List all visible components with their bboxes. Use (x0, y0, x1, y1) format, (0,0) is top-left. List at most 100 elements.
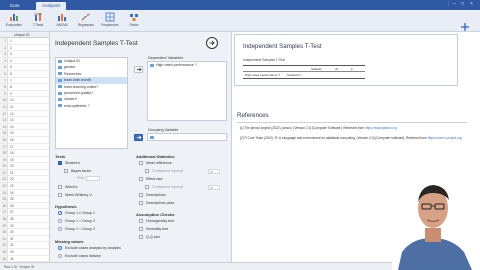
welchs-checkbox[interactable]: Welch's (58, 184, 77, 190)
table-row[interactable]: 23 23 (0, 183, 49, 190)
mean-ci-checkbox[interactable]: Confidence interval (145, 168, 183, 174)
qq-plot-checkbox[interactable]: Q-Q plot (139, 234, 160, 240)
unique-id-cell[interactable]: 2 (10, 45, 12, 51)
unique-id-cell[interactable]: 10 (10, 97, 14, 103)
tab-data[interactable]: Data (4, 2, 26, 10)
hypothesis-less-radio[interactable]: Group 1 < Group 2 (58, 226, 95, 232)
unique-id-cell[interactable]: 26 (10, 203, 14, 209)
row-number[interactable]: 30 (0, 229, 8, 235)
row-number[interactable]: 29 (0, 222, 8, 229)
bayes-factor-checkbox[interactable]: Bayes factor (64, 168, 91, 174)
factor-button[interactable]: Factor (122, 12, 146, 30)
unique-id-cell[interactable]: 29 (10, 223, 14, 229)
row-number[interactable]: 24 (0, 189, 8, 196)
table-row[interactable]: 88 (0, 84, 49, 91)
row-number[interactable]: 31 (0, 235, 8, 242)
table-row[interactable]: 18 18 (0, 150, 49, 157)
hypothesis-two-sided-radio[interactable]: Group 1 ≠ Group 2 (58, 210, 95, 216)
unique-id-cell[interactable]: 22 (10, 176, 14, 182)
table-row[interactable]: 77 (0, 77, 49, 85)
effect-ci-checkbox[interactable]: Confidence interval (145, 184, 183, 190)
row-number[interactable]: 28 (0, 216, 8, 222)
table-row[interactable]: 33 (0, 51, 49, 58)
grouping-variable-box[interactable] (147, 133, 227, 141)
table-row[interactable]: 99 (0, 90, 49, 98)
tab-analyses[interactable]: Analyses (36, 2, 67, 10)
table-row[interactable]: 28 28 (0, 216, 49, 223)
effect-size-checkbox[interactable]: Effect size (139, 176, 163, 182)
table-row[interactable]: 27 27 (0, 209, 49, 217)
exclude-listwise-radio[interactable]: Exclude cases listwise (58, 253, 101, 259)
row-number[interactable]: 20 (0, 163, 8, 169)
unique-id-cell[interactable]: 16 (10, 137, 14, 143)
row-number[interactable]: 17 (0, 143, 8, 150)
unique-id-cell[interactable]: 14 (10, 124, 14, 130)
descriptives-checkbox[interactable]: Descriptives (139, 192, 166, 198)
maximize-icon[interactable]: □ (461, 1, 464, 7)
students-checkbox[interactable]: Student's (58, 160, 80, 166)
menu-icon[interactable]: ⋮ (446, 1, 451, 7)
row-number[interactable]: 25 (0, 196, 8, 202)
row-number[interactable]: 13 (0, 117, 8, 123)
row-number[interactable]: 15 (0, 130, 8, 136)
row-number[interactable]: 9 (0, 90, 8, 97)
unique-id-cell[interactable]: 7 (10, 78, 12, 84)
table-row[interactable]: 25 25 (0, 196, 49, 203)
table-row[interactable]: 13 13 (0, 117, 49, 124)
row-number[interactable]: 16 (0, 136, 8, 143)
row-number[interactable]: 34 (0, 255, 8, 262)
row-number[interactable]: 32 (0, 242, 8, 248)
row-number[interactable]: 4 (0, 57, 8, 64)
unique-id-cell[interactable]: 9 (10, 91, 12, 97)
prior-input[interactable] (86, 176, 100, 181)
mann-whitney-checkbox[interactable]: Mann-Whitney U (58, 192, 92, 198)
row-number[interactable]: 12 (0, 110, 8, 117)
effect-ci-input[interactable]: 95 (208, 185, 220, 190)
row-number[interactable]: 8 (0, 84, 8, 90)
table-row[interactable]: 33 33 (0, 249, 49, 256)
row-number[interactable]: 3 (0, 51, 8, 57)
hypothesis-greater-radio[interactable]: Group 1 > Group 2 (58, 218, 95, 224)
unique-id-cell[interactable]: 11 (10, 104, 13, 110)
exclude-analysis-radio[interactable]: Exclude cases analysis by analysis (58, 245, 121, 251)
row-number[interactable]: 19 (0, 156, 8, 163)
row-number[interactable]: 6 (0, 70, 8, 77)
mean-ci-input[interactable]: 95 (208, 169, 220, 174)
mean-difference-checkbox[interactable]: Mean difference (139, 160, 172, 166)
homogeneity-checkbox[interactable]: Homogeneity test (139, 218, 174, 224)
regression-button[interactable]: Regression (74, 12, 98, 30)
table-row[interactable]: 22 22 (0, 176, 49, 184)
results-card[interactable]: Independent Samples T-Test Independent S… (234, 34, 458, 86)
row-number[interactable]: 26 (0, 202, 8, 209)
descriptives-plots-checkbox[interactable]: Descriptives plots (139, 200, 174, 206)
reference-1-link[interactable]: https://www.jamovi.org (365, 126, 397, 130)
unique-id-cell[interactable]: 15 (10, 130, 14, 136)
row-number[interactable]: 21 (0, 169, 8, 176)
table-row[interactable]: 15 15 (0, 130, 49, 137)
row-number[interactable]: 10 (0, 97, 8, 103)
variable-list[interactable]: Unique ID gender Resources learn.birth.mont… (55, 57, 128, 149)
move-to-dependent-button[interactable] (134, 66, 143, 73)
unique-id-cell[interactable]: 31 (10, 236, 14, 242)
unique-id-cell[interactable]: 5 (10, 64, 12, 70)
table-row[interactable]: 44 (0, 57, 49, 65)
unique-id-cell[interactable]: 1 (10, 38, 12, 44)
row-number[interactable]: 5 (0, 64, 8, 70)
table-row[interactable]: 30 30 (0, 229, 49, 236)
table-row[interactable]: 14 14 (0, 123, 49, 131)
unique-id-cell[interactable]: 25 (10, 196, 14, 202)
row-number[interactable]: 2 (0, 44, 8, 51)
table-row[interactable]: 26 26 (0, 202, 49, 210)
unique-id-cell[interactable]: 32 (10, 242, 14, 248)
unique-id-cell[interactable]: 12 (10, 111, 14, 117)
dependent-item[interactable]: High rated performance ? (148, 62, 226, 67)
unique-id-cell[interactable]: 28 (10, 216, 14, 222)
table-row[interactable]: 20 20 (0, 163, 49, 170)
run-analysis-button[interactable] (206, 37, 218, 49)
dependent-variables-box[interactable]: High rated performance ? (147, 61, 227, 121)
table-row[interactable]: 12 12 (0, 110, 49, 118)
unique-id-cell[interactable]: 20 (10, 163, 14, 169)
table-row[interactable]: 32 32 (0, 242, 49, 249)
table-row[interactable]: 19 19 (0, 156, 49, 164)
unique-id-cell[interactable]: 6 (10, 71, 12, 77)
